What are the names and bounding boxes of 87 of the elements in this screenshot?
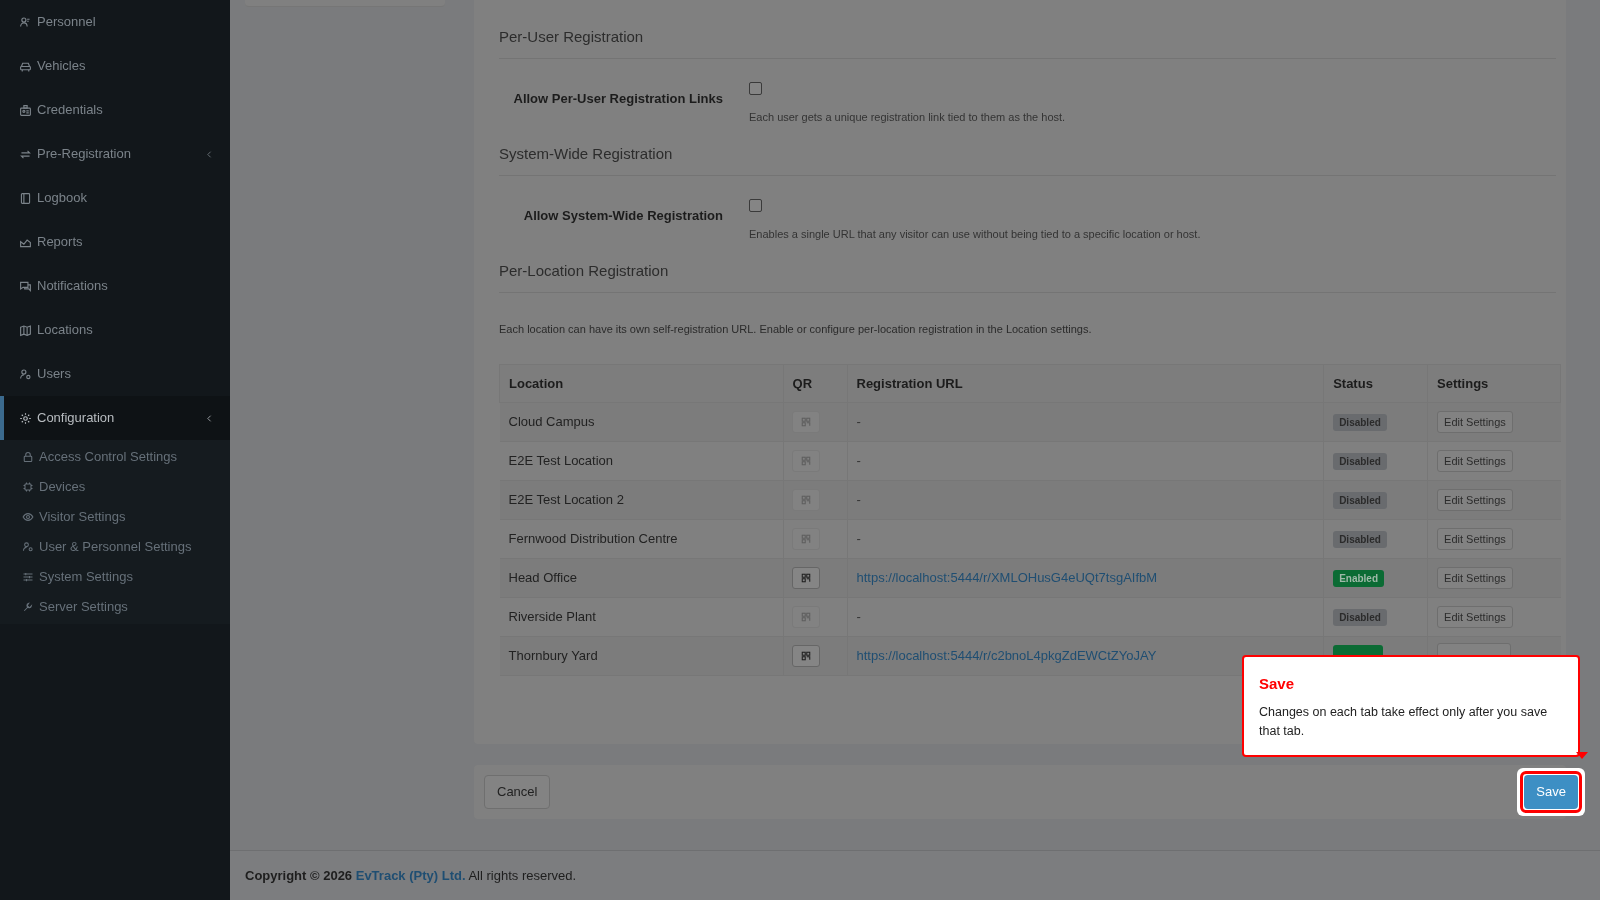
- edit-settings-button[interactable]: Edit Settings: [1437, 489, 1513, 511]
- section-heading: Per-Location Registration: [499, 260, 1556, 293]
- setting-label: Allow Per-User Registration Links: [512, 89, 724, 108]
- sidebar-item[interactable]: Configuration: [0, 396, 230, 440]
- status-badge: Disabled: [1333, 453, 1387, 471]
- sidebar-item[interactable]: Personnel: [0, 0, 230, 44]
- sidebar-item[interactable]: Logbook: [0, 176, 230, 220]
- section-description: Each location can have its own self-registration URL. Enable or configure per-location registration in the Location settings.: [499, 321, 1093, 337]
- map-icon: [19, 323, 32, 337]
- column-header: Status: [1323, 364, 1428, 403]
- edit-settings-button[interactable]: Edit Settings: [1437, 411, 1513, 433]
- user-gear-icon: [22, 541, 34, 553]
- table-cell: -: [856, 414, 861, 430]
- sidebar-item[interactable]: Vehicles: [0, 44, 230, 88]
- qr-code-icon: [799, 416, 812, 428]
- table-cell: Fernwood Distribution Centre: [499, 519, 784, 559]
- submenu-item[interactable]: User & Personnel Settings: [0, 532, 230, 562]
- qr-code-icon: [799, 611, 812, 623]
- column-header: Settings: [1427, 364, 1561, 403]
- sidebar-item[interactable]: Users: [0, 352, 230, 396]
- qr-code-icon: [799, 494, 812, 506]
- edit-settings-button[interactable]: Edit Settings: [1437, 450, 1513, 472]
- wrench-icon: [22, 601, 34, 613]
- popover-text: Changes on each tab take effect only after you save that tab.: [1259, 703, 1549, 740]
- submenu-item[interactable]: Server Settings: [0, 592, 230, 622]
- cancel-button[interactable]: Cancel: [484, 775, 551, 809]
- sliders-icon: [22, 571, 34, 583]
- sidebar-item[interactable]: Reports: [0, 220, 230, 264]
- edit-settings-button[interactable]: Edit Settings: [1437, 606, 1513, 628]
- status-badge: Disabled: [1333, 609, 1387, 627]
- id-badge-icon: [19, 103, 32, 117]
- table-cell: -: [856, 531, 861, 547]
- url-link[interactable]: https://localhost:5444/r/XMLOHusG4eUQt7tsgAIfbM: [856, 570, 1158, 586]
- chevron-icon: [205, 149, 214, 159]
- table-cell: -: [856, 492, 861, 508]
- company-link[interactable]: EvTrack (Pty) Ltd.: [355, 867, 466, 883]
- popover-title: Save: [1259, 674, 1296, 694]
- sidebar-item[interactable]: Locations: [0, 308, 230, 352]
- submenu-item[interactable]: Devices: [0, 472, 230, 502]
- edit-settings-button[interactable]: Edit Settings: [1437, 567, 1513, 589]
- table-cell: E2E Test Location: [499, 441, 784, 481]
- table-cell: Thornbury Yard: [499, 636, 784, 676]
- sidebar-item[interactable]: Pre-Registration: [0, 132, 230, 176]
- eye-icon: [22, 511, 34, 523]
- qr-code-icon: [799, 455, 812, 467]
- sidebar-item[interactable]: Notifications: [0, 264, 230, 308]
- status-badge: Enabled: [1333, 570, 1385, 588]
- help-text: Enables a single URL that any visitor can use without being tied to a specific location or host.: [749, 226, 1201, 242]
- table-cell: E2E Test Location 2: [499, 480, 784, 520]
- book-icon: [19, 191, 32, 205]
- table-cell: -: [856, 609, 861, 625]
- qr-button[interactable]: [791, 645, 820, 667]
- status-badge: Disabled: [1333, 492, 1387, 510]
- column-header: Registration URL: [847, 364, 1324, 403]
- checkbox[interactable]: [749, 198, 762, 212]
- column-header: Location: [499, 364, 784, 403]
- person-icon: [19, 15, 32, 29]
- lock-icon: [22, 451, 34, 463]
- submenu-item[interactable]: System Settings: [0, 562, 230, 592]
- table-cell: Cloud Campus: [499, 402, 784, 442]
- qr-code-icon: [799, 572, 812, 584]
- qr-code-icon: [799, 533, 812, 545]
- chip-icon: [22, 481, 34, 493]
- section-heading: System-Wide Registration: [499, 143, 1556, 176]
- submenu-item[interactable]: Access Control Settings: [0, 442, 230, 472]
- table-cell: Riverside Plant: [499, 597, 784, 637]
- url-link[interactable]: https://localhost:5444/r/c2bnoL4pkgZdEWCtZYoJAY: [856, 648, 1157, 664]
- checkbox[interactable]: [749, 81, 762, 95]
- edit-settings-button[interactable]: Edit Settings: [1437, 528, 1513, 550]
- status-badge: Disabled: [1333, 531, 1387, 549]
- submenu-item[interactable]: Visitor Settings: [0, 502, 230, 532]
- column-header: QR: [783, 364, 847, 403]
- save-button[interactable]: Save: [1524, 775, 1578, 809]
- chat-icon: [19, 279, 32, 293]
- chevron-icon: [205, 413, 214, 423]
- gear-icon: [19, 411, 32, 425]
- table-cell: Head Office: [499, 558, 784, 598]
- table-cell: -: [856, 453, 861, 469]
- section-heading: Per-User Registration: [499, 26, 1556, 59]
- qr-button[interactable]: [791, 567, 820, 589]
- user-gear-icon: [19, 367, 32, 381]
- qr-code-icon: [799, 650, 812, 662]
- sidebar-item[interactable]: Credentials: [0, 88, 230, 132]
- copyright-text: Copyright © 2026 EvTrack (Pty) Ltd. All rights reserved.: [245, 866, 577, 885]
- status-badge: Disabled: [1333, 414, 1387, 432]
- help-text: Each user gets a unique registration link tied to them as the host.: [749, 109, 1066, 125]
- setting-label: Allow System-Wide Registration: [522, 206, 724, 225]
